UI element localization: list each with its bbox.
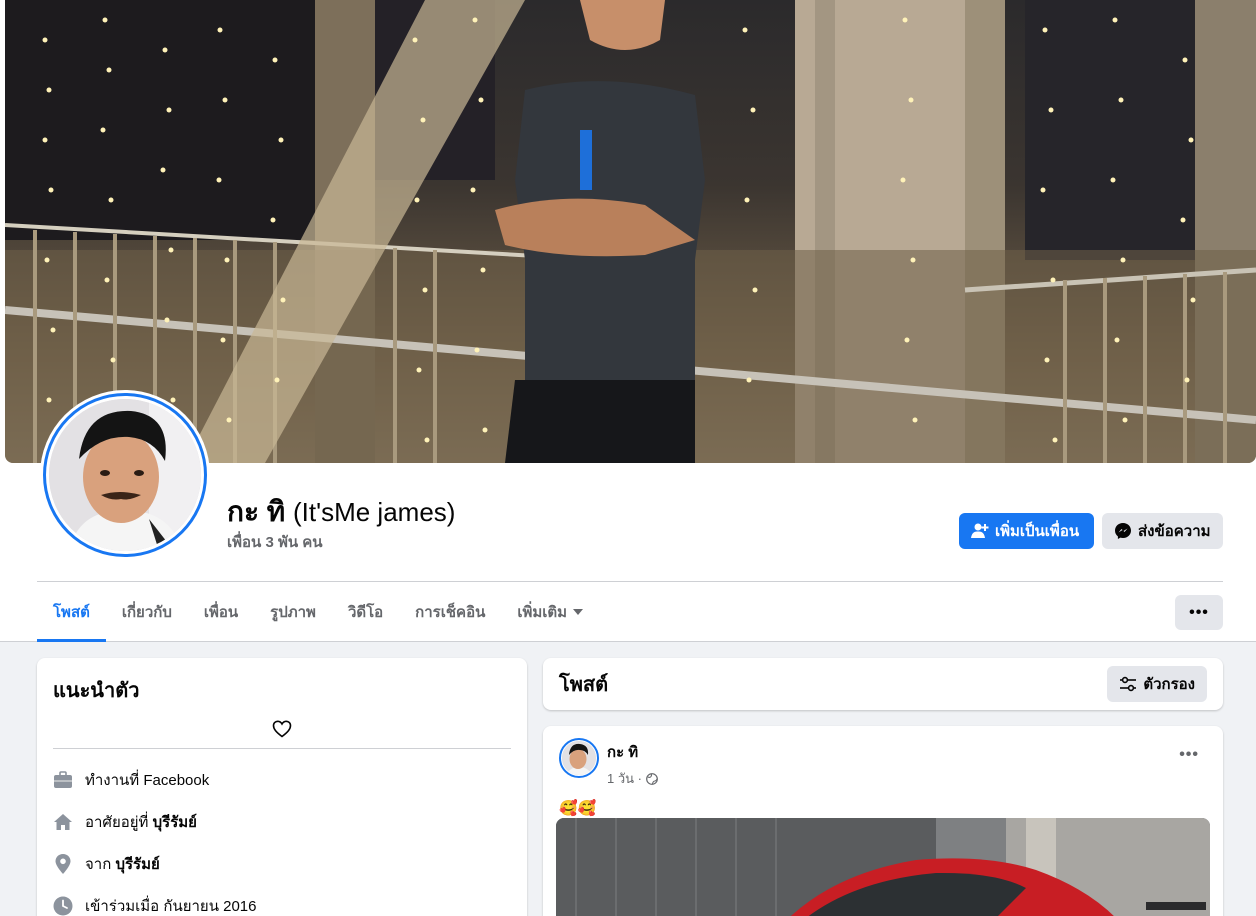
profile-name-primary: กะ ทิ [227, 496, 286, 527]
profile-name: กะ ทิ (It'sMe james) [227, 490, 455, 534]
intro-row-work: ทำงานที่ Facebook [53, 759, 511, 801]
profile-tabs: โพสต์ เกี่ยวกับ เพื่อน รูปภาพ วิดีโอ การ… [37, 582, 599, 642]
caret-down-icon [573, 609, 584, 615]
add-friend-button[interactable]: เพิ่มเป็นเพื่อน [959, 513, 1094, 549]
posts-header-card: โพสต์ ตัวกรอง [543, 658, 1223, 710]
filter-sliders-icon [1120, 676, 1137, 692]
filters-label: ตัวกรอง [1143, 676, 1195, 693]
post-author-avatar-image [562, 741, 596, 775]
briefcase-icon [53, 770, 73, 790]
tab-more[interactable]: เพิ่มเติม [501, 582, 599, 642]
post-options-button[interactable]: ••• [1179, 746, 1199, 764]
tab-photos[interactable]: รูปภาพ [254, 582, 332, 642]
post-author-name[interactable]: กะ ทิ [607, 740, 658, 764]
filters-button[interactable]: ตัวกรอง [1107, 666, 1207, 702]
tab-friends[interactable]: เพื่อน [188, 582, 254, 642]
post-photo[interactable] [556, 818, 1210, 916]
tab-posts[interactable]: โพสต์ [37, 582, 106, 642]
intro-bio-area [53, 716, 511, 749]
intro-work-text: ทำงานที่ Facebook [85, 772, 210, 789]
intro-row-lives: อาศัยอยู่ที่ บุรีรัมย์ [53, 801, 511, 843]
globe-icon [646, 772, 658, 785]
tab-checkins[interactable]: การเช็คอิน [399, 582, 501, 642]
intro-joined-text: เข้าร่วมเมื่อ กันยายน 2016 [85, 898, 257, 915]
posts-title: โพสต์ [559, 674, 609, 696]
post-header: กะ ทิ 1 วัน · [555, 738, 1211, 789]
profile-avatar[interactable] [40, 390, 210, 560]
messenger-icon [1115, 523, 1131, 539]
post-card: กะ ทิ 1 วัน · ••• 🥰🥰 [543, 726, 1223, 916]
tab-checkins-label: การเช็คอิน [415, 604, 486, 621]
heart-icon [272, 720, 292, 738]
clock-icon [53, 896, 73, 916]
tab-about[interactable]: เกี่ยวกับ [106, 582, 188, 642]
intro-card: แนะนำตัว ทำงานที่ Facebook อาศัยอยู่ที่ … [37, 658, 527, 916]
message-button[interactable]: ส่งข้อความ [1102, 513, 1223, 549]
tab-videos-label: วิดีโอ [347, 604, 384, 621]
intro-title: แนะนำตัว [53, 680, 140, 702]
tab-videos[interactable]: วิดีโอ [332, 582, 399, 642]
post-text: 🥰🥰 [559, 800, 597, 817]
cover-photo[interactable] [5, 0, 1256, 463]
add-friend-label: เพิ่มเป็นเพื่อน [995, 523, 1080, 540]
friends-count[interactable]: เพื่อน 3 พัน คน [227, 530, 323, 554]
post-meta: 1 วัน · [607, 768, 658, 789]
tab-photos-label: รูปภาพ [270, 604, 316, 621]
tab-friends-label: เพื่อน [203, 604, 239, 621]
profile-more-options-button[interactable]: ••• [1175, 595, 1223, 630]
add-friend-icon [971, 523, 989, 538]
profile-name-alternate: (It'sMe james) [293, 497, 456, 527]
tab-about-label: เกี่ยวกับ [121, 604, 172, 621]
location-pin-icon [53, 854, 73, 874]
home-icon [53, 812, 73, 832]
avatar-story-ring [43, 393, 207, 557]
tab-more-label: เพิ่มเติม [517, 604, 568, 621]
intro-lives-text: อาศัยอยู่ที่ บุรีรัมย์ [85, 814, 197, 831]
intro-from-text: จาก บุรีรัมย์ [85, 856, 160, 873]
cover-photo-art [5, 0, 1256, 463]
intro-row-joined: เข้าร่วมเมื่อ กันยายน 2016 [53, 885, 511, 916]
tab-posts-label: โพสต์ [53, 604, 90, 621]
intro-row-from: จาก บุรีรัมย์ [53, 843, 511, 885]
post-author-avatar[interactable] [559, 738, 599, 778]
avatar-image [49, 399, 201, 551]
message-label: ส่งข้อความ [1138, 523, 1211, 540]
post-timestamp[interactable]: 1 วัน · [607, 768, 642, 789]
